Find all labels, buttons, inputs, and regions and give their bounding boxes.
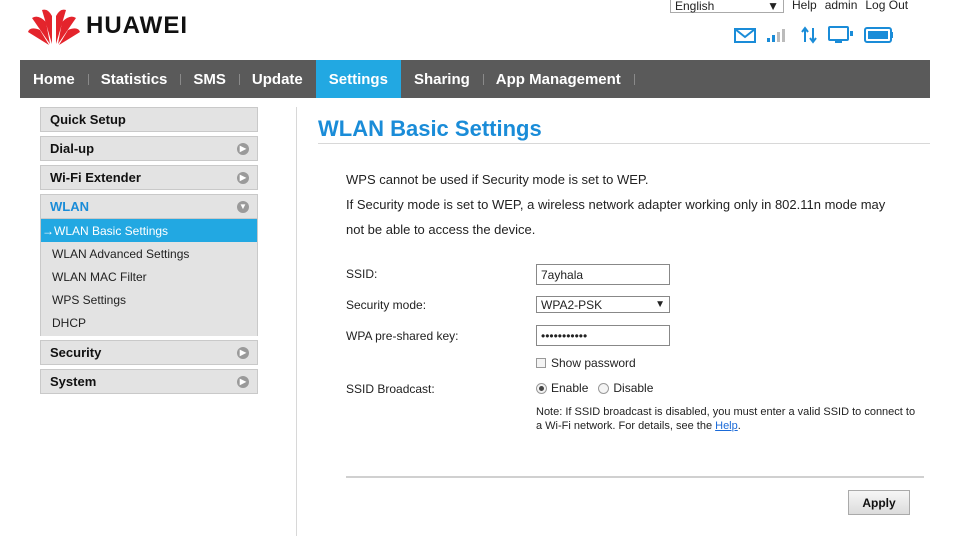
sidebar-item-quick-setup[interactable]: Quick Setup xyxy=(40,107,258,132)
security-mode-label: Security mode: xyxy=(346,298,427,312)
sidebar-subitem-dhcp[interactable]: DHCP xyxy=(41,311,257,334)
sidebar-item-label: System xyxy=(50,374,97,389)
sidebar-item-label: Dial-up xyxy=(50,141,95,156)
sidebar-item-wlan[interactable]: WLAN ▼ xyxy=(40,194,258,219)
sidebar-subitem-wlan-basic[interactable]: →WLAN Basic Settings xyxy=(41,219,257,242)
status-icons xyxy=(734,26,894,44)
chevron-down-icon: ▼ xyxy=(237,200,249,213)
title-divider xyxy=(318,143,930,144)
sidebar-item-system[interactable]: System ▶ xyxy=(40,369,258,394)
ssid-broadcast-radios: Enable Disable xyxy=(536,381,653,395)
nav-label: App Management xyxy=(495,70,621,88)
show-password-row: Show password xyxy=(536,356,636,370)
sidebar-subitem-wlan-mac-filter[interactable]: WLAN MAC Filter xyxy=(41,265,257,288)
huawei-flower-icon xyxy=(28,9,80,45)
info-text-wep: If Security mode is set to WEP, a wirele… xyxy=(346,197,886,212)
nav-statistics[interactable]: Statistics xyxy=(88,60,182,98)
enable-radio[interactable] xyxy=(536,382,547,394)
nav-label: Statistics xyxy=(100,70,168,88)
ssid-label: SSID: xyxy=(346,267,378,281)
nav-app-management[interactable]: App Management xyxy=(483,60,635,98)
brand-name: HUAWEI xyxy=(86,12,188,39)
page-title: WLAN Basic Settings xyxy=(318,116,542,141)
wlan-submenu: →WLAN Basic Settings WLAN Advanced Setti… xyxy=(40,219,258,336)
nav-label: Home xyxy=(33,70,75,88)
sidebar-item-label: Wi-Fi Extender xyxy=(50,170,141,185)
nav-label: SMS xyxy=(193,70,226,88)
disable-label: Disable xyxy=(613,381,654,395)
show-password-checkbox[interactable] xyxy=(536,358,546,368)
nav-sms[interactable]: SMS xyxy=(180,60,240,98)
language-select[interactable]: English ▼ xyxy=(670,0,784,13)
security-mode-value: WPA2-PSK xyxy=(541,297,603,312)
display-icon xyxy=(828,26,853,43)
wpa-key-label: WPA pre-shared key: xyxy=(346,329,459,343)
sidebar-item-label: Quick Setup xyxy=(50,112,126,127)
nav-home[interactable]: Home xyxy=(20,60,89,98)
nav-sharing[interactable]: Sharing xyxy=(401,60,484,98)
enable-label: Enable xyxy=(551,381,589,395)
info-text-wep-cont: not be able to access the device. xyxy=(346,222,536,237)
sidebar: Quick Setup Dial-up ▶ Wi-Fi Extender ▶ W… xyxy=(40,107,258,398)
ssid-input[interactable]: 7ayhala xyxy=(536,264,670,285)
sidebar-item-security[interactable]: Security ▶ xyxy=(40,340,258,365)
huawei-logo: HUAWEI xyxy=(28,6,188,46)
ssid-broadcast-note: Note: If SSID broadcast is disabled, you… xyxy=(536,405,916,433)
username: admin xyxy=(824,0,858,12)
top-links: Help admin Log Out xyxy=(792,0,908,12)
chevron-right-icon: ▶ xyxy=(237,375,249,388)
wpa-key-input[interactable]: ••••••••••• xyxy=(536,325,670,346)
nav-settings[interactable]: Settings xyxy=(315,60,401,98)
chevron-right-icon: ▶ xyxy=(237,171,249,184)
nav-update[interactable]: Update xyxy=(239,60,317,98)
main-nav: Home Statistics SMS Update Settings Shar… xyxy=(20,60,930,98)
show-password-label: Show password xyxy=(551,356,636,370)
nav-label: Update xyxy=(251,70,303,88)
nav-label: Sharing xyxy=(413,70,470,88)
security-mode-select[interactable]: WPA2-PSK ▼ xyxy=(536,296,670,313)
note-end: . xyxy=(737,420,741,432)
sidebar-item-label: WLAN xyxy=(50,199,89,214)
chevron-right-icon: ▶ xyxy=(237,142,249,155)
sidebar-subitem-wps[interactable]: WPS Settings xyxy=(41,288,257,311)
disable-radio[interactable] xyxy=(598,382,610,394)
mail-icon[interactable] xyxy=(734,27,756,43)
sidebar-item-dialup[interactable]: Dial-up ▶ xyxy=(40,136,258,161)
help-link-inline[interactable]: Help xyxy=(715,420,738,432)
sidebar-subitem-wlan-advanced[interactable]: WLAN Advanced Settings xyxy=(41,242,257,265)
sidebar-item-label: Security xyxy=(50,345,102,360)
chevron-down-icon: ▼ xyxy=(655,299,665,310)
sidebar-item-wifi-extender[interactable]: Wi-Fi Extender ▶ xyxy=(40,165,258,190)
data-transfer-icon xyxy=(801,26,817,44)
content-divider xyxy=(296,107,297,536)
nav-label: Settings xyxy=(328,70,388,88)
logout-link[interactable]: Log Out xyxy=(865,0,908,12)
language-value: English xyxy=(675,0,715,13)
apply-button[interactable]: Apply xyxy=(848,490,910,515)
header: HUAWEI English ▼ Help admin Log Out xyxy=(0,0,960,60)
signal-icon xyxy=(767,29,785,42)
battery-icon xyxy=(864,27,893,43)
help-link[interactable]: Help xyxy=(792,0,817,12)
ssid-broadcast-label: SSID Broadcast: xyxy=(346,382,435,396)
chevron-right-icon: ▶ xyxy=(237,346,249,359)
chevron-down-icon: ▼ xyxy=(767,0,779,13)
info-text-wps: WPS cannot be used if Security mode is s… xyxy=(346,172,649,187)
form-divider xyxy=(346,476,924,478)
